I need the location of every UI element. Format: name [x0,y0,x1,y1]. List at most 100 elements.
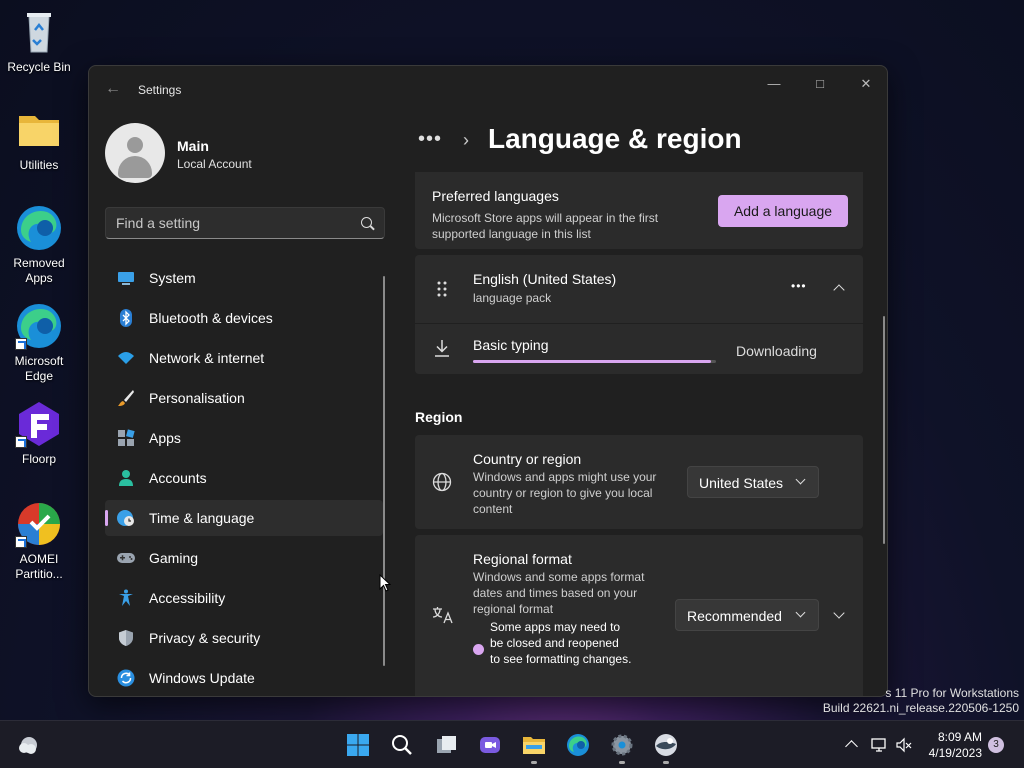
task-view-icon[interactable] [434,733,458,757]
taskbar: 8:09 AM 4/19/2023 3 [0,720,1024,768]
country-region-card: Country or region Windows and apps might… [415,435,863,529]
desktop-icon-removed-apps[interactable]: Removed Apps [4,204,74,286]
content-scrollbar[interactable] [883,316,885,544]
folder-icon [15,106,63,154]
desktop-icon-microsoft-edge[interactable]: Microsoft Edge [4,302,74,384]
desktop-icon-floorp[interactable]: Floorp [4,400,74,467]
language-name: English (United States) [473,271,617,287]
shortcut-arrow-icon [15,338,27,350]
minimize-button[interactable]: — [756,74,792,94]
start-icon[interactable] [346,733,370,757]
chevron-down-icon [795,474,806,485]
sidebar-item-label: Network & internet [149,350,265,366]
apps-icon [117,429,135,447]
desktop-icon-label: Removed Apps [13,256,65,285]
shortcut-arrow-icon [15,536,27,548]
chat-icon[interactable] [478,733,502,757]
notification-badge[interactable]: 3 [988,737,1004,753]
tray-overflow-chevron-icon[interactable] [845,740,858,753]
accessibility-icon [117,589,135,607]
globe-icon [432,472,452,497]
chevron-up-icon[interactable] [833,284,845,296]
monitor-icon [117,269,135,287]
sidebar-item-apps[interactable]: Apps [105,420,383,456]
app-title: Settings [138,83,182,97]
desktop-icon-label: Floorp [21,452,56,466]
desktop-icon-aomei[interactable]: AOMEI Partitio... [4,500,74,582]
sidebar-item-privacy[interactable]: Privacy & security [105,620,383,656]
settings-gear-icon[interactable] [610,733,634,757]
regional-format-dropdown-value: Recommended [687,608,782,624]
preferred-languages-card: Preferred languages Microsoft Store apps… [415,172,863,249]
search-input[interactable] [116,215,346,231]
sidebar-item-label: System [149,270,196,286]
desktop-icon-label: Recycle Bin [7,60,71,74]
sidebar-item-system[interactable]: System [105,260,383,296]
expand-chevron-icon[interactable] [833,607,845,619]
desktop-icon-utilities[interactable]: Utilities [4,106,74,173]
recycle-bin-icon [15,8,63,56]
regional-format-dropdown[interactable]: Recommended [675,599,819,631]
country-dropdown[interactable]: United States [687,466,819,498]
desktop-icon-recycle-bin[interactable]: Recycle Bin [4,8,74,75]
sidebar-item-label: Time & language [149,510,255,526]
tray-date[interactable]: 4/19/2023 [916,746,982,760]
breadcrumb-more[interactable]: ••• [418,128,442,151]
tray-time[interactable]: 8:09 AM [930,730,982,744]
basic-typing-label: Basic typing [473,337,549,353]
drag-handle-icon[interactable] [437,281,447,302]
desktop-icon-label: Utilities [19,158,59,172]
sidebar-item-label: Gaming [149,550,199,566]
maximize-button[interactable]: □ [802,74,838,94]
sidebar-item-label: Accounts [149,470,207,486]
desktop-icon-label: Microsoft Edge [14,354,64,383]
watermark-edition: s 11 Pro for Workstations [885,686,1019,700]
person-icon [117,469,135,487]
network-icon[interactable] [870,736,888,759]
sidebar-item-network[interactable]: Network & internet [105,340,383,376]
file-explorer-icon[interactable] [522,733,546,757]
sidebar-item-label: Windows Update [149,670,255,686]
country-dropdown-value: United States [699,475,784,491]
country-title: Country or region [473,451,582,467]
edge-icon [15,204,63,252]
close-button[interactable]: ✕ [848,74,884,94]
desktop-icon-label: AOMEI Partitio... [15,552,63,581]
browser-icon[interactable] [654,733,678,757]
download-status: Downloading [736,343,817,359]
download-progress-bar [473,360,716,363]
running-indicator [663,761,669,764]
sidebar-scrollbar[interactable] [383,276,385,666]
language-more-button[interactable]: ••• [791,279,807,293]
search-box[interactable] [105,207,385,239]
sidebar-item-time-language[interactable]: Time & language [105,500,383,536]
update-icon [117,669,135,687]
avatar[interactable] [105,123,165,183]
regional-format-title: Regional format [473,551,572,567]
weather-icon[interactable] [16,733,40,757]
language-item-card[interactable]: English (United States) language pack ••… [415,255,863,323]
running-indicator [531,761,537,764]
search-icon[interactable] [390,733,414,757]
sidebar-item-accounts[interactable]: Accounts [105,460,383,496]
region-heading: Region [415,409,463,425]
back-arrow-icon[interactable]: ← [105,80,121,98]
sidebar-item-bluetooth[interactable]: Bluetooth & devices [105,300,383,336]
running-indicator [619,761,625,764]
sidebar-item-gaming[interactable]: Gaming [105,540,383,576]
sidebar-item-windows-update[interactable]: Windows Update [105,660,383,696]
sidebar-item-accessibility[interactable]: Accessibility [105,580,383,616]
preferred-languages-desc: Microsoft Store apps will appear in the … [432,211,659,241]
regional-format-note: Some apps may need to be closed and reop… [490,620,632,666]
chevron-down-icon [795,607,806,618]
add-language-button[interactable]: Add a language [718,195,848,227]
settings-window: ← Settings — □ ✕ Main Local Account Syst… [88,65,888,697]
volume-muted-icon[interactable] [895,736,913,759]
brush-icon [117,389,135,407]
edge-icon[interactable] [566,733,590,757]
search-icon[interactable] [361,217,372,228]
language-format-icon [432,605,454,630]
sidebar-item-personalisation[interactable]: Personalisation [105,380,383,416]
regional-format-desc: Windows and some apps format dates and t… [473,570,645,616]
regional-format-card: Regional format Windows and some apps fo… [415,535,863,696]
